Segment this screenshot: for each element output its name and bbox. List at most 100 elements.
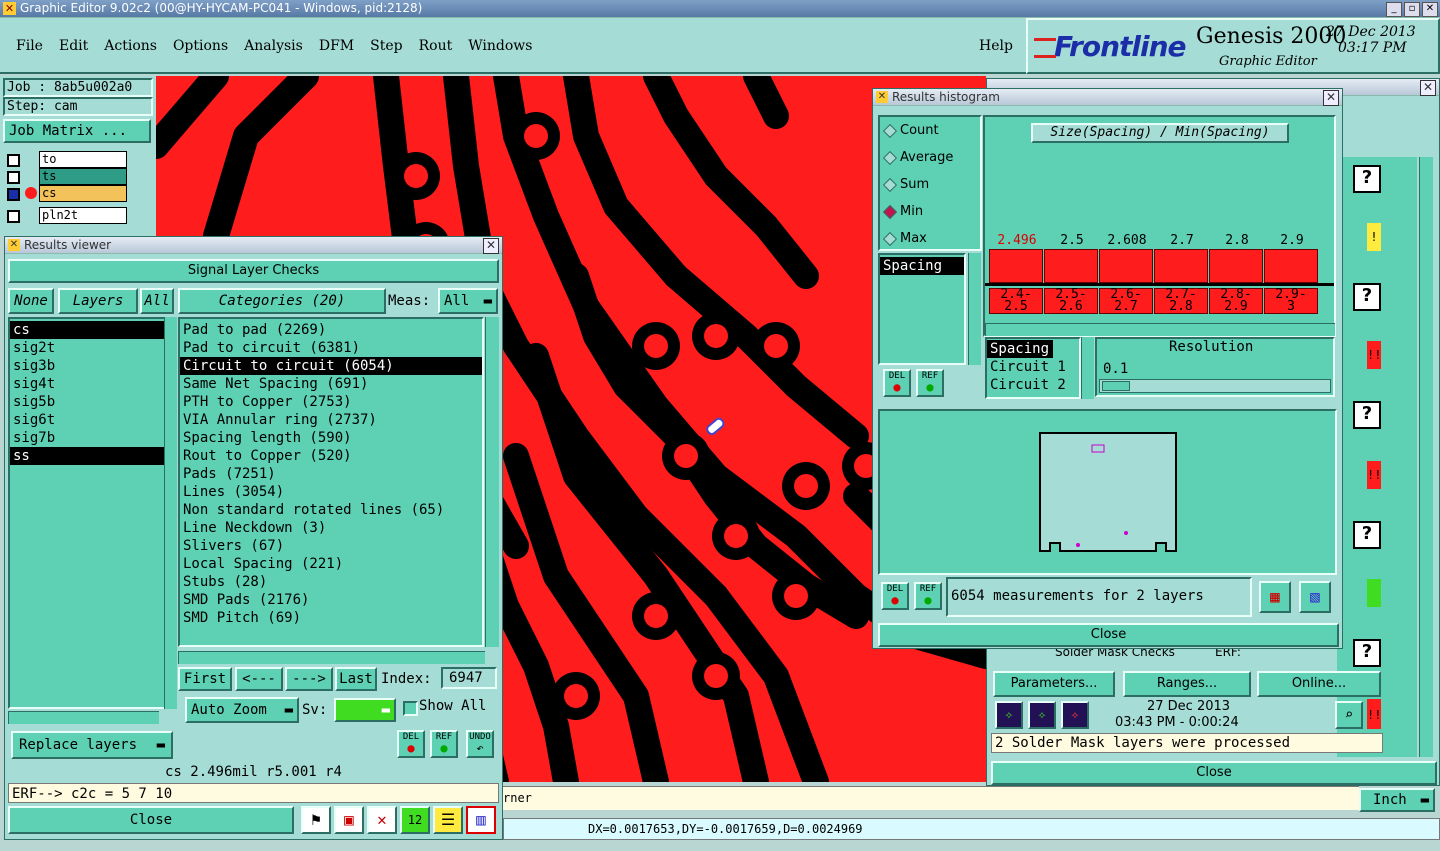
index-field[interactable]: 6947: [441, 667, 497, 689]
layers-hscrollbar[interactable]: [8, 711, 159, 724]
layer-row[interactable]: cs: [3, 185, 153, 202]
del-icon[interactable]: DEL ●: [881, 582, 909, 610]
numbers-icon[interactable]: 12: [400, 806, 430, 834]
layer-checkbox[interactable]: [7, 188, 20, 201]
help-question-icon[interactable]: ?: [1353, 521, 1381, 549]
layer-item[interactable]: sig3b: [10, 357, 164, 375]
measure-option[interactable]: Circuit 2: [987, 376, 1079, 394]
resolution-slider[interactable]: [1099, 379, 1331, 393]
checklist-vscrollbar[interactable]: [1419, 157, 1433, 757]
histogram-close-button[interactable]: Close: [878, 623, 1339, 647]
measures-list[interactable]: Spacing Circuit 1 Circuit 2: [985, 337, 1081, 399]
category-item[interactable]: Lines (3054): [180, 483, 482, 501]
category-item[interactable]: Pad to circuit (6381): [180, 339, 482, 357]
layer-item[interactable]: sig7b: [10, 429, 164, 447]
none-button[interactable]: None: [8, 288, 54, 314]
layer-item[interactable]: sig6t: [10, 411, 164, 429]
histogram-bar[interactable]: [1209, 249, 1263, 283]
show-all-checkbox[interactable]: [403, 701, 418, 716]
category-item[interactable]: Line Neckdown (3): [180, 519, 482, 537]
categories-button[interactable]: Categories (20): [178, 288, 386, 314]
next-button[interactable]: --->: [285, 667, 333, 691]
layer-checkbox[interactable]: [7, 154, 20, 167]
maximize-button[interactable]: ▫: [1404, 2, 1420, 17]
job-matrix-button[interactable]: Job Matrix ...: [3, 119, 151, 143]
undo-icon[interactable]: UNDO ↶: [466, 730, 494, 758]
auto-zoom-dropdown[interactable]: Auto Zoom ▬: [185, 697, 299, 723]
category-item[interactable]: Local Spacing (221): [180, 555, 482, 573]
layers-scrollbar[interactable]: [164, 317, 177, 709]
histogram-icon[interactable]: ▥: [466, 806, 496, 834]
categories-list[interactable]: Pad to pad (2269) Pad to circuit (6381) Ci…: [178, 317, 484, 647]
option-count[interactable]: Count: [880, 117, 980, 144]
prev-button[interactable]: <---: [235, 667, 283, 691]
category-item[interactable]: Spacing length (590): [180, 429, 482, 447]
run-all-icon[interactable]: ✧: [1028, 701, 1056, 729]
ref-icon[interactable]: REF ●: [916, 369, 944, 397]
categories-scrollbar[interactable]: [485, 317, 499, 647]
zoom-icon[interactable]: ⌕: [1335, 701, 1363, 729]
category-item[interactable]: Pads (7251): [180, 465, 482, 483]
clear-erf-icon[interactable]: ✕: [367, 806, 397, 834]
category-item[interactable]: SMD Pads (2176): [180, 591, 482, 609]
measures-scrollbar[interactable]: [1081, 337, 1094, 399]
histogram-bar[interactable]: [1044, 249, 1098, 283]
category-item[interactable]: PTH to Copper (2753): [180, 393, 482, 411]
menu-dfm[interactable]: DFM: [319, 38, 354, 54]
layer-row[interactable]: pln2t: [3, 207, 153, 224]
report-icon[interactable]: ▣: [334, 806, 364, 834]
close-icon[interactable]: ✕: [483, 238, 499, 254]
menu-edit[interactable]: Edit: [59, 38, 88, 54]
ref-icon[interactable]: REF ●: [430, 730, 458, 758]
option-sum[interactable]: Sum: [880, 171, 980, 198]
layer-item[interactable]: sig4t: [10, 375, 164, 393]
menu-file[interactable]: File: [16, 38, 43, 54]
option-max[interactable]: Max: [880, 225, 980, 252]
layer-checkbox[interactable]: [7, 171, 20, 184]
category-item[interactable]: VIA Annular ring (2737): [180, 411, 482, 429]
replace-layers-dropdown[interactable]: Replace layers ▬: [11, 731, 173, 759]
menu-analysis[interactable]: Analysis: [244, 38, 303, 54]
notes-icon[interactable]: ☰: [433, 806, 463, 834]
histogram-bar[interactable]: [1154, 249, 1208, 283]
del-icon[interactable]: DEL ●: [883, 369, 911, 397]
units-dropdown[interactable]: Inch ▬: [1359, 788, 1435, 812]
histogram-bar[interactable]: [1264, 249, 1318, 283]
close-icon[interactable]: ✕: [1323, 90, 1339, 106]
histogram-bar[interactable]: [989, 249, 1043, 283]
measure-scrollbar[interactable]: [968, 253, 981, 365]
chart-hscrollbar[interactable]: [985, 323, 1335, 336]
export-icon[interactable]: ▦: [1259, 581, 1291, 613]
category-item[interactable]: SMD Pitch (69): [180, 609, 482, 627]
sv-color-dropdown[interactable]: ▬: [334, 698, 396, 722]
del-icon[interactable]: DEL ●: [397, 730, 425, 758]
run-error-icon[interactable]: ✧: [1061, 701, 1089, 729]
close-button[interactable]: Close: [8, 806, 294, 834]
category-item[interactable]: Stubs (28): [180, 573, 482, 591]
all-button[interactable]: All: [140, 288, 174, 314]
graph-icon[interactable]: ▧: [1299, 581, 1331, 613]
category-item[interactable]: Same Net Spacing (691): [180, 375, 482, 393]
category-item[interactable]: Rout to Copper (520): [180, 447, 482, 465]
first-button[interactable]: First: [178, 667, 232, 691]
layer-item[interactable]: cs: [10, 321, 164, 339]
help-question-icon[interactable]: ?: [1353, 165, 1381, 193]
ref-icon[interactable]: REF ●: [914, 582, 942, 610]
menu-rout[interactable]: Rout: [419, 38, 453, 54]
help-menu[interactable]: Help: [979, 38, 1013, 54]
categories-hscrollbar[interactable]: [178, 651, 485, 664]
last-button[interactable]: Last: [335, 667, 377, 691]
layers-button[interactable]: Layers: [58, 288, 138, 314]
flag-icon[interactable]: ⚑: [301, 806, 331, 834]
minimize-button[interactable]: _: [1386, 2, 1402, 17]
menu-actions[interactable]: Actions: [104, 38, 157, 54]
online-button[interactable]: Online...: [1257, 671, 1381, 697]
run-icon[interactable]: ✧: [995, 701, 1023, 729]
option-min[interactable]: Min: [880, 198, 980, 225]
menu-windows[interactable]: Windows: [468, 38, 532, 54]
parameters-button[interactable]: Parameters...: [993, 671, 1115, 697]
layer-row[interactable]: ts: [3, 168, 153, 185]
meas-dropdown[interactable]: All ▬: [438, 288, 498, 314]
layer-row[interactable]: to: [3, 151, 153, 168]
category-item[interactable]: Non standard rotated lines (65): [180, 501, 482, 519]
